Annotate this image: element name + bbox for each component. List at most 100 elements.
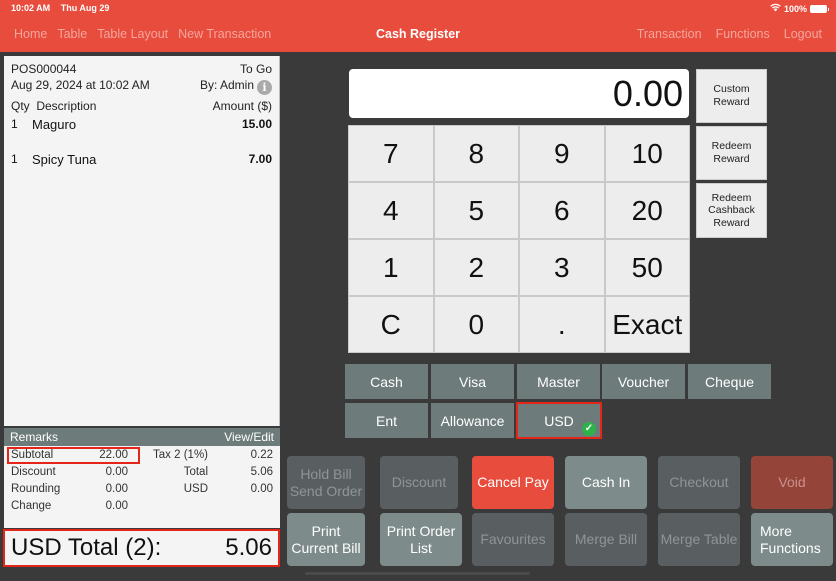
hold-bill-send-order-button[interactable]: Hold Bill Send Order — [287, 456, 365, 509]
receipt-header-row: POS000044 To Go — [11, 62, 272, 76]
remarks-bar: Remarks View/Edit — [4, 428, 280, 446]
nav-transaction[interactable]: Transaction — [637, 27, 702, 41]
order-id: POS000044 — [11, 62, 77, 76]
total-label: Total — [183, 466, 208, 478]
nav-new-transaction[interactable]: New Transaction — [178, 27, 271, 41]
total-value: 5.06 — [250, 466, 273, 478]
tax-label: Tax 2 (1%) — [153, 449, 208, 461]
order-by-wrap: By: Admin i — [200, 78, 272, 95]
actions-scrollbar[interactable] — [305, 572, 530, 575]
key-10[interactable]: 10 — [605, 126, 689, 181]
void-button[interactable]: Void — [751, 456, 833, 509]
payment-cheque[interactable]: Cheque — [688, 364, 771, 399]
status-bar-left: 10:02 AM Thu Aug 29 — [11, 3, 117, 13]
grand-total: USD Total (2): 5.06 — [3, 529, 280, 567]
status-date: Thu Aug 29 — [60, 3, 110, 13]
payment-cash[interactable]: Cash — [345, 364, 428, 399]
payment-usd-label: USD — [544, 412, 574, 429]
battery-percent: 100% — [783, 3, 807, 14]
column-qty-desc: Qty Description — [11, 99, 96, 113]
key-7[interactable]: 7 — [349, 126, 433, 181]
key-0[interactable]: 0 — [434, 297, 518, 352]
nav-right: Transaction Functions Logout — [637, 27, 822, 41]
check-icon: ✓ — [582, 422, 596, 436]
payment-voucher[interactable]: Voucher — [602, 364, 685, 399]
column-description: Description — [36, 99, 97, 113]
nav-left: Home Table Table Layout New Transaction — [14, 27, 271, 41]
receipt-columns: Qty Description Amount ($) — [11, 99, 272, 113]
item-description: Maguro — [32, 117, 77, 132]
status-time: 10:02 AM — [11, 3, 51, 13]
redeem-cashback-reward-button[interactable]: Redeem Cashback Reward — [696, 183, 767, 238]
nav-table[interactable]: Table — [57, 27, 87, 41]
column-qty: Qty — [11, 99, 30, 113]
payment-allowance[interactable]: Allowance — [431, 403, 514, 438]
key-8[interactable]: 8 — [434, 126, 518, 181]
item-description: Spicy Tuna — [32, 152, 97, 167]
cancel-pay-button[interactable]: Cancel Pay — [472, 456, 554, 509]
change-label: Change — [11, 500, 52, 512]
discount-button[interactable]: Discount — [380, 456, 458, 509]
rounding-label: Rounding — [11, 483, 61, 495]
key-4[interactable]: 4 — [349, 183, 433, 238]
remarks-label: Remarks — [10, 430, 59, 444]
grand-total-value: 5.06 — [225, 534, 272, 561]
info-icon[interactable]: i — [257, 80, 272, 95]
key-50[interactable]: 50 — [605, 240, 689, 295]
key-5[interactable]: 5 — [434, 183, 518, 238]
discount-value: 0.00 — [105, 466, 128, 478]
battery-icon — [810, 4, 829, 13]
order-by: By: Admin — [199, 78, 254, 92]
favourites-button[interactable]: Favourites — [472, 513, 554, 566]
page-title: Cash Register — [375, 27, 461, 41]
list-item[interactable]: 1 Maguro 15.00 — [11, 117, 272, 132]
list-item[interactable]: 1 Spicy Tuna 7.00 — [11, 152, 272, 167]
summary-panel: Subtotal 22.00 Discount 0.00 Rounding 0.… — [4, 446, 280, 528]
item-qty: 1 — [11, 117, 18, 131]
wifi-icon — [770, 3, 781, 14]
receipt-panel[interactable]: POS000044 To Go Aug 29, 2024 at 10:02 AM… — [4, 56, 280, 426]
change-value: 0.00 — [105, 500, 128, 512]
key-20[interactable]: 20 — [605, 183, 689, 238]
item-qty: 1 — [11, 152, 18, 166]
receipt-meta-row: Aug 29, 2024 at 10:02 AM By: Admin i — [11, 78, 272, 95]
custom-reward-button[interactable]: Custom Reward — [696, 69, 767, 123]
payment-ent[interactable]: Ent — [345, 403, 428, 438]
key-2[interactable]: 2 — [434, 240, 518, 295]
rounding-value: 0.00 — [105, 483, 128, 495]
status-bar-right: 100% — [770, 3, 829, 14]
nav-logout[interactable]: Logout — [784, 27, 822, 41]
key-exact[interactable]: Exact — [605, 297, 689, 352]
subtotal-label: Subtotal — [11, 449, 54, 461]
payment-usd[interactable]: USD ✓ — [516, 402, 602, 439]
key-6[interactable]: 6 — [520, 183, 604, 238]
nav-functions[interactable]: Functions — [716, 27, 770, 41]
key-clear[interactable]: C — [349, 297, 433, 352]
key-1[interactable]: 1 — [349, 240, 433, 295]
merge-bill-button[interactable]: Merge Bill — [565, 513, 647, 566]
nav-table-layout[interactable]: Table Layout — [97, 27, 168, 41]
key-3[interactable]: 3 — [520, 240, 604, 295]
merge-table-button[interactable]: Merge Table — [658, 513, 740, 566]
key-decimal[interactable]: . — [520, 297, 604, 352]
print-order-list-button[interactable]: Print Order List — [380, 513, 462, 566]
order-type: To Go — [239, 62, 272, 76]
discount-label: Discount — [11, 466, 56, 478]
item-amount: 7.00 — [248, 152, 272, 166]
payment-master[interactable]: Master — [517, 364, 600, 399]
usd-value: 0.00 — [250, 483, 273, 495]
grand-total-label: USD Total (2): — [11, 534, 162, 561]
print-current-bill-button[interactable]: Print Current Bill — [287, 513, 365, 566]
key-9[interactable]: 9 — [520, 126, 604, 181]
redeem-reward-button[interactable]: Redeem Reward — [696, 126, 767, 180]
more-functions-button[interactable]: More Functions — [751, 513, 833, 566]
cash-in-button[interactable]: Cash In — [565, 456, 647, 509]
amount-display[interactable]: 0.00 — [349, 69, 689, 118]
subtotal-value: 22.00 — [99, 449, 128, 461]
nav-home[interactable]: Home — [14, 27, 47, 41]
checkout-button[interactable]: Checkout — [658, 456, 740, 509]
top-bar: 10:02 AM Thu Aug 29 100% Home Table Tabl… — [0, 0, 836, 52]
item-amount: 15.00 — [241, 117, 272, 131]
remarks-view-edit[interactable]: View/Edit — [224, 430, 274, 444]
payment-visa[interactable]: Visa — [431, 364, 514, 399]
